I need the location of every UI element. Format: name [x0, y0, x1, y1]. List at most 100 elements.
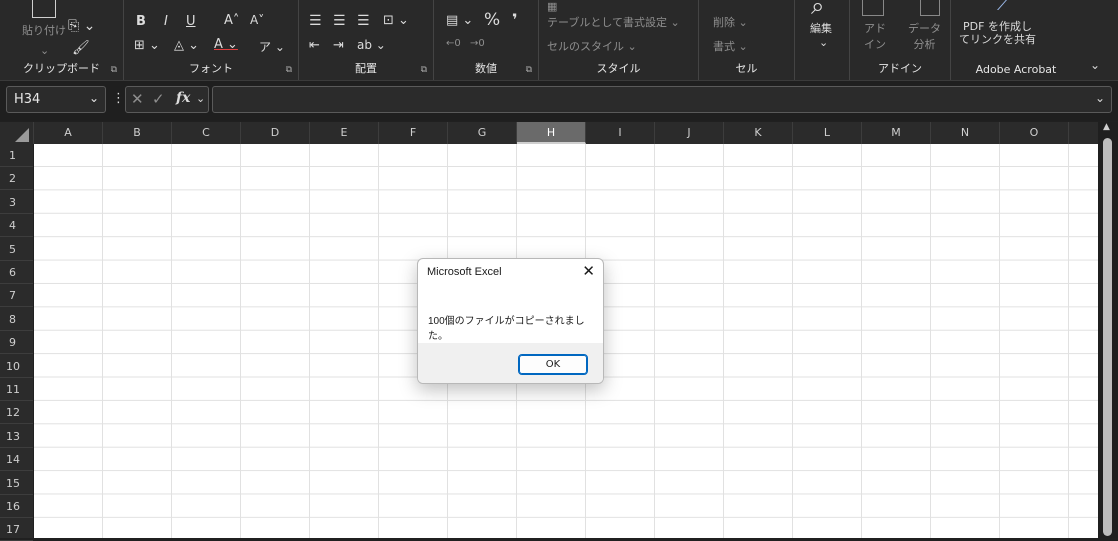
- row-header[interactable]: 14: [0, 448, 33, 472]
- insert-function-button[interactable]: fx: [176, 90, 190, 106]
- row-header[interactable]: 1: [0, 144, 33, 167]
- row-header[interactable]: 3: [0, 191, 33, 214]
- paste-icon[interactable]: [32, 0, 56, 18]
- format-painter-icon[interactable]: 🖌: [72, 40, 90, 56]
- acrobat-group: ⟋ PDF を作成し てリンクを共有 Adobe Acrobat: [951, 0, 1081, 80]
- row-header[interactable]: 10: [0, 355, 33, 378]
- row-header[interactable]: 12: [0, 401, 33, 425]
- row-header[interactable]: 4: [0, 214, 33, 238]
- paste-dropdown-icon[interactable]: ⌄: [40, 44, 49, 57]
- row-header[interactable]: 2: [0, 167, 33, 191]
- select-all-icon[interactable]: [15, 128, 29, 142]
- collapse-ribbon-icon[interactable]: ⌄: [1090, 58, 1100, 72]
- number-launcher-icon[interactable]: ⧉: [526, 65, 532, 75]
- format-as-table-button[interactable]: テーブルとして書式設定 ⌄: [547, 14, 680, 30]
- vertical-scrollbar[interactable]: ▲: [1098, 122, 1118, 538]
- create-pdf-button[interactable]: PDF を作成し てリンクを共有: [959, 20, 1036, 46]
- column-header-l[interactable]: L: [793, 122, 862, 144]
- increase-decimal-icon[interactable]: ←0: [446, 38, 461, 49]
- delete-cells-button[interactable]: 削除 ⌄: [713, 14, 748, 30]
- column-header-n[interactable]: N: [931, 122, 1000, 144]
- column-header-a[interactable]: A: [34, 122, 103, 144]
- merge-icon[interactable]: ⊡ ⌄: [383, 13, 409, 28]
- column-header-d[interactable]: D: [241, 122, 310, 144]
- clipboard-group: 貼り付け ⎘ ⌄ 🖌 ⌄ クリップボード ⧉: [0, 0, 124, 80]
- row-header[interactable]: 5: [0, 238, 33, 261]
- column-header-o[interactable]: O: [1000, 122, 1069, 144]
- column-header-h[interactable]: H: [517, 122, 586, 144]
- copy-icon[interactable]: ⎘ ⌄: [68, 18, 95, 34]
- orientation-icon[interactable]: ab ⌄: [357, 38, 386, 52]
- editing-button[interactable]: 編集: [810, 20, 832, 36]
- align-right-icon[interactable]: ☰: [357, 13, 370, 29]
- data-analysis-icon[interactable]: [920, 0, 940, 16]
- align-left-icon[interactable]: ☰: [309, 13, 322, 29]
- enter-icon[interactable]: ✓: [152, 90, 165, 108]
- name-box[interactable]: H34 ⌄: [6, 86, 106, 113]
- addin-button[interactable]: アド イン: [864, 20, 886, 52]
- comma-button[interactable]: ❜: [512, 10, 518, 29]
- column-header-g[interactable]: G: [448, 122, 517, 144]
- column-header-k[interactable]: K: [724, 122, 793, 144]
- font-launcher-icon[interactable]: ⧉: [286, 65, 292, 75]
- bold-button[interactable]: B: [136, 14, 146, 29]
- column-header-m[interactable]: M: [862, 122, 931, 144]
- indent-decrease-icon[interactable]: ⇤: [309, 38, 320, 53]
- column-header-f[interactable]: F: [379, 122, 448, 144]
- row-header[interactable]: 13: [0, 425, 33, 448]
- italic-button[interactable]: I: [164, 14, 168, 29]
- column-header-b[interactable]: B: [103, 122, 172, 144]
- alignment-group: ☰ ☰ ☰ ⊡ ⌄ ⇤ ⇥ ab ⌄ 配置 ⧉: [299, 0, 434, 80]
- align-center-icon[interactable]: ☰: [333, 13, 346, 29]
- row-header[interactable]: 9: [0, 331, 33, 355]
- percent-button[interactable]: %: [484, 10, 500, 30]
- addin-icon[interactable]: [862, 0, 884, 16]
- ribbon: 貼り付け ⎘ ⌄ 🖌 ⌄ クリップボード ⧉ B I U A˄ A˅ ⊞ ⌄ ◬…: [0, 0, 1118, 81]
- acrobat-share-icon[interactable]: ⟋: [997, 0, 1010, 15]
- indent-increase-icon[interactable]: ⇥: [333, 38, 344, 53]
- search-icon[interactable]: ⌕: [811, 0, 824, 20]
- alignment-launcher-icon[interactable]: ⧉: [421, 65, 427, 75]
- close-icon[interactable]: ✕: [582, 262, 595, 280]
- name-box-value: H34: [14, 92, 41, 107]
- conditional-format-icon[interactable]: ▦: [547, 0, 557, 13]
- row-header[interactable]: 7: [0, 284, 33, 308]
- cell-styles-button[interactable]: セルのスタイル ⌄: [547, 38, 637, 54]
- decrease-decimal-icon[interactable]: →0: [470, 38, 485, 49]
- font-color-icon[interactable]: A ⌄: [214, 37, 238, 52]
- clipboard-launcher-icon[interactable]: ⧉: [111, 65, 117, 75]
- cells-label: セル: [735, 62, 758, 75]
- row-header[interactable]: 6: [0, 261, 33, 284]
- formula-input[interactable]: ⌄: [212, 86, 1112, 113]
- expand-formula-icon[interactable]: ⌄: [1095, 91, 1105, 105]
- more-options-icon[interactable]: ⋮: [112, 91, 125, 106]
- column-header-e[interactable]: E: [310, 122, 379, 144]
- row-header[interactable]: 15: [0, 472, 33, 495]
- fx-dropdown-icon[interactable]: ⌄: [196, 92, 205, 105]
- editing-dropdown-icon[interactable]: ⌄: [819, 36, 828, 49]
- number-format-icon[interactable]: ▤ ⌄: [446, 13, 473, 28]
- row-header[interactable]: 8: [0, 308, 33, 331]
- column-header-j[interactable]: J: [655, 122, 724, 144]
- scroll-up-icon[interactable]: ▲: [1103, 122, 1110, 132]
- select-all-corner[interactable]: [0, 122, 34, 144]
- fill-color-icon[interactable]: ◬ ⌄: [174, 38, 199, 53]
- scrollbar-thumb[interactable]: [1103, 138, 1112, 536]
- column-header-i[interactable]: I: [586, 122, 655, 144]
- grow-font-button[interactable]: A˄: [224, 13, 239, 28]
- cancel-icon[interactable]: ✕: [131, 90, 144, 108]
- styles-label: スタイル: [596, 62, 641, 75]
- phonetic-icon[interactable]: ア ⌄: [259, 38, 285, 55]
- paste-button[interactable]: 貼り付け: [22, 22, 66, 38]
- shrink-font-button[interactable]: A˅: [250, 13, 264, 27]
- column-header-c[interactable]: C: [172, 122, 241, 144]
- data-analysis-button[interactable]: データ 分析: [908, 20, 941, 52]
- row-header[interactable]: 16: [0, 495, 33, 518]
- row-header[interactable]: 11: [0, 378, 33, 401]
- addins-group: アド イン データ 分析 アドイン: [850, 0, 951, 80]
- border-icon[interactable]: ⊞ ⌄: [134, 38, 160, 53]
- format-cells-button[interactable]: 書式 ⌄: [713, 38, 748, 54]
- ok-button[interactable]: OK: [518, 354, 588, 375]
- underline-button[interactable]: U: [186, 14, 196, 29]
- name-box-dropdown-icon[interactable]: ⌄: [89, 91, 99, 105]
